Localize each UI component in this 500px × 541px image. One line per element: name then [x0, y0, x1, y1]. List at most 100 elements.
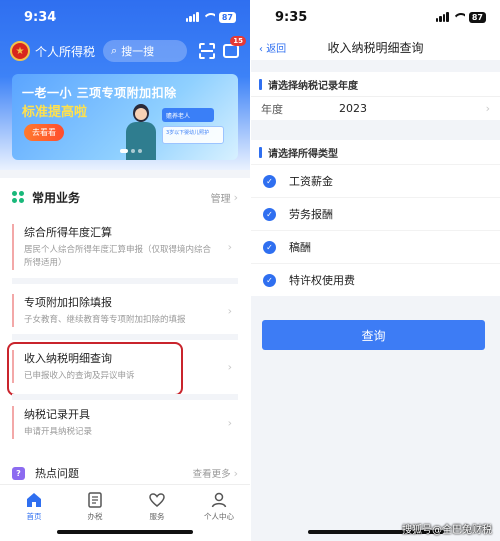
nav-bar: ‹ 返回 收入纳税明细查询	[251, 34, 500, 60]
year-value: 2023	[339, 102, 367, 115]
left-phone-screen: 9:34 87 ★ 个人所得税 ⌕ 搜一搜 15 一老一小 三项专项附加扣除 标…	[0, 0, 250, 541]
service-card-tax-record[interactable]: 纳税记录开具 申请开具纳税记录 ›	[12, 406, 238, 439]
option-label: 工资薪金	[289, 175, 333, 188]
hot-questions-row[interactable]: ? 热点问题 查看更多 ›	[0, 460, 250, 486]
status-icons: 87	[185, 11, 236, 23]
chevron-right-icon: ›	[227, 304, 232, 317]
tab-home[interactable]: 首页	[9, 491, 59, 522]
section-header: 请选择所得类型	[251, 140, 500, 164]
checked-icon: ✓	[263, 273, 276, 287]
card-title: 综合所得年度汇算	[24, 226, 112, 239]
option-labor-remuneration[interactable]: ✓ 劳务报酬	[251, 197, 500, 230]
status-bar: 9:35 87	[251, 0, 500, 34]
section-title: 请选择所得类型	[268, 148, 338, 160]
screenshot-root: 9:34 87 ★ 个人所得税 ⌕ 搜一搜 15 一老一小 三项专项附加扣除 标…	[0, 0, 500, 541]
wifi-icon	[203, 13, 215, 22]
checked-icon: ✓	[263, 207, 276, 221]
tab-label: 服务	[149, 512, 165, 521]
status-time: 9:34	[24, 9, 57, 25]
accent-bar	[259, 78, 262, 90]
scan-icon[interactable]	[199, 43, 215, 59]
option-author-remuneration[interactable]: ✓ 稿酬	[251, 230, 500, 263]
manage-link[interactable]: 管理	[211, 190, 231, 205]
tab-label: 个人中心	[204, 512, 234, 521]
banner-go-button[interactable]: 去看看	[24, 124, 64, 141]
tab-personal-center[interactable]: 个人中心	[194, 491, 244, 522]
card-subtitle: 子女教育、继续教育等专项附加扣除的填报	[24, 315, 186, 325]
signal-icon	[185, 12, 199, 22]
section-title: 请选择纳税记录年度	[268, 80, 358, 92]
right-phone-screen: 9:35 87 ‹ 返回 收入纳税明细查询 请选择纳税记录年度 年度 2023 …	[251, 0, 500, 541]
banner-headline: 一老一小 三项专项附加扣除	[22, 86, 177, 100]
app-name: 个人所得税	[35, 44, 96, 59]
chevron-right-icon: ›	[227, 360, 232, 373]
divider	[12, 334, 238, 340]
clover-icon	[12, 191, 24, 203]
search-box[interactable]: ⌕ 搜一搜	[103, 40, 188, 62]
app-bar: ★ 个人所得税 ⌕ 搜一搜 15	[0, 34, 250, 68]
highlight-box	[7, 342, 183, 396]
tab-tax[interactable]: 办税	[70, 491, 120, 522]
chevron-right-icon: ›	[233, 466, 238, 480]
checked-icon: ✓	[263, 240, 276, 254]
home-icon	[27, 493, 41, 507]
chevron-right-icon: ›	[233, 190, 238, 204]
battery-icon: 87	[468, 11, 486, 23]
option-label: 特许权使用费	[289, 274, 355, 287]
battery-icon: 87	[218, 11, 236, 23]
see-more-link[interactable]: 查看更多	[193, 466, 231, 480]
search-icon: ⌕	[111, 44, 118, 57]
banner-card-infant: 3岁以下婴幼儿照护	[162, 126, 224, 144]
tab-label: 首页	[26, 512, 42, 521]
status-time: 9:35	[275, 9, 308, 25]
card-subtitle: 居民个人综合所得年度汇算申报（仅取得境内综合所得适用）	[24, 245, 212, 268]
search-placeholder: 搜一搜	[121, 45, 155, 58]
option-label: 劳务报酬	[289, 208, 333, 221]
message-icon[interactable]: 15	[223, 36, 247, 58]
wifi-icon	[453, 13, 465, 22]
checked-icon: ✓	[263, 174, 276, 188]
handshake-icon	[149, 493, 165, 507]
service-card-special-deduction[interactable]: 专项附加扣除填报 子女教育、继续教育等专项附加扣除的填报 ›	[12, 294, 238, 327]
back-button[interactable]: ‹ 返回	[259, 40, 286, 55]
option-royalties[interactable]: ✓ 特许权使用费	[251, 263, 500, 296]
query-button[interactable]: 查询	[262, 320, 485, 350]
watermark: 搜狐号@全巴兔财税	[402, 525, 492, 536]
banner-card-elderly: 赡养老人	[162, 108, 214, 122]
card-subtitle: 申请开具纳税记录	[24, 427, 93, 437]
tab-label: 办税	[87, 512, 103, 521]
chevron-right-icon: ›	[227, 416, 232, 429]
banner-pager-dots	[120, 149, 142, 153]
service-card-annual-settlement[interactable]: 综合所得年度汇算 居民个人综合所得年度汇算申报（仅取得境内综合所得适用） ›	[12, 224, 238, 270]
status-icons: 87	[435, 11, 486, 23]
card-title: 纳税记录开具	[24, 408, 90, 421]
page-title: 收入纳税明细查询	[327, 40, 424, 55]
chevron-right-icon: ›	[227, 240, 232, 254]
year-picker[interactable]: 年度 2023 ›	[251, 96, 500, 120]
message-badge: 15	[230, 36, 247, 46]
section-title: 常用业务	[32, 190, 81, 205]
home-indicator	[57, 530, 193, 534]
person-icon	[211, 492, 227, 508]
chevron-right-icon: ›	[485, 102, 490, 115]
card-title: 专项附加扣除填报	[24, 296, 112, 309]
banner-subheadline: 标准提高啦	[22, 105, 88, 120]
document-icon	[88, 492, 102, 508]
tax-emblem-icon: ★	[10, 41, 30, 61]
back-label: 返回	[266, 44, 287, 55]
question-icon: ?	[12, 466, 25, 480]
tab-service[interactable]: 服务	[132, 491, 182, 522]
option-label: 稿酬	[289, 241, 311, 254]
hot-questions-title: 热点问题	[35, 467, 79, 480]
divider	[12, 394, 238, 400]
income-type-section: 请选择所得类型 ✓ 工资薪金 ✓ 劳务报酬 ✓ 稿酬 ✓ 特许权使用费	[251, 140, 500, 296]
year-label: 年度	[261, 102, 283, 116]
signal-icon	[435, 12, 449, 22]
divider	[12, 278, 238, 284]
section-header: 常用业务 管理 ›	[12, 188, 238, 206]
promo-banner[interactable]: 一老一小 三项专项附加扣除 标准提高啦 去看看 赡养老人 3岁以下婴幼儿照护	[12, 74, 238, 160]
section-header: 请选择纳税记录年度	[251, 72, 500, 96]
option-salary[interactable]: ✓ 工资薪金	[251, 164, 500, 197]
accent-bar	[259, 146, 262, 158]
year-section: 请选择纳税记录年度 年度 2023 ›	[251, 72, 500, 120]
